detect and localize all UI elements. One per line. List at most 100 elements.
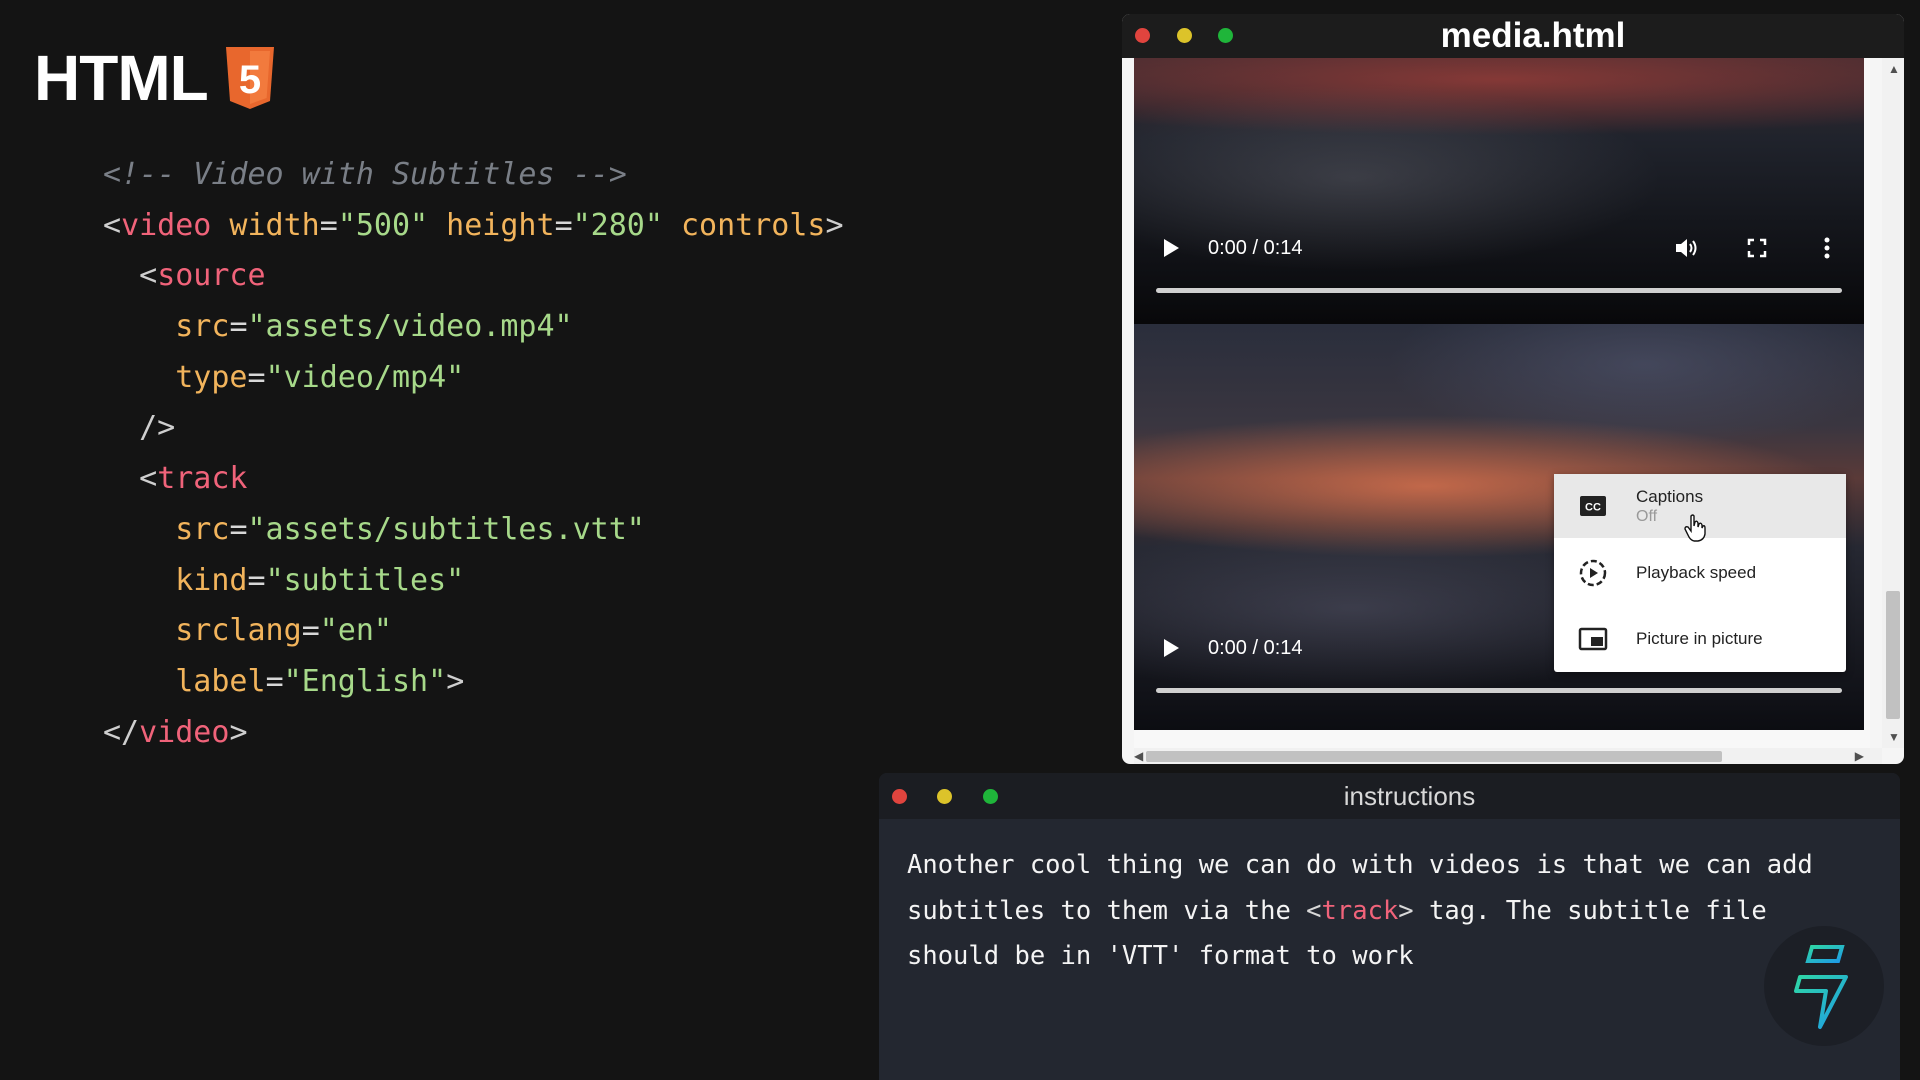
- video-time: 0:00 / 0:14: [1208, 636, 1303, 659]
- html-logo: HTML 5: [34, 38, 276, 118]
- instructions-titlebar: instructions: [879, 773, 1900, 819]
- lightning-bolt-icon: [1794, 945, 1848, 1029]
- code-line: </video>: [103, 708, 844, 759]
- code-token: =: [265, 663, 284, 699]
- tag-close-bracket: >: [1398, 895, 1414, 926]
- video-options-menu: CC Captions Off Playback speed Picture i…: [1554, 474, 1846, 672]
- menu-item-picture-in-picture[interactable]: Picture in picture: [1554, 607, 1846, 671]
- code-token: height: [428, 207, 555, 243]
- code-token: <: [103, 207, 122, 243]
- code-token: track: [157, 461, 248, 497]
- logo-badge-digit: 5: [239, 58, 261, 102]
- logo-title: HTML: [34, 42, 209, 114]
- page-viewport: 0:00 / 0:14 0:00 / 0:14 CC Captions Off …: [1134, 58, 1870, 748]
- code-token: label: [103, 663, 266, 699]
- svg-text:CC: CC: [1585, 502, 1601, 514]
- play-icon: [1164, 239, 1179, 257]
- code-token: />: [103, 410, 176, 446]
- code-line: type="video/mp4": [103, 353, 844, 404]
- code-token: src: [103, 511, 230, 547]
- html5-shield-icon: 5: [225, 47, 274, 109]
- play-icon: [1164, 639, 1179, 657]
- code-token: srclang: [103, 613, 302, 649]
- code-token: "assets/subtitles.vtt": [247, 511, 645, 547]
- code-token: </: [103, 714, 140, 750]
- code-line: <!-- Video with Subtitles -->: [103, 150, 844, 201]
- code-token: =: [319, 207, 338, 243]
- code-token: src: [103, 309, 230, 345]
- browser-titlebar: media.html: [1122, 14, 1904, 58]
- play-button[interactable]: [1156, 633, 1186, 663]
- horizontal-scroll-thumb[interactable]: [1146, 751, 1722, 762]
- code-line: <track: [103, 454, 844, 505]
- code-token: source: [157, 258, 266, 294]
- code-token: kind: [103, 562, 248, 598]
- video-controls: 0:00 / 0:14: [1156, 233, 1842, 263]
- tag-open-bracket: <: [1306, 895, 1322, 926]
- scroll-left-arrow-icon[interactable]: ◀: [1134, 749, 1143, 763]
- hand-cursor-icon: [1684, 514, 1706, 542]
- code-token: >: [825, 207, 844, 243]
- code-token: "English": [283, 663, 447, 699]
- picture-in-picture-icon: [1578, 624, 1608, 654]
- code-token: "280": [572, 207, 663, 243]
- code-line: src="assets/subtitles.vtt": [103, 505, 844, 556]
- code-line: <video width="500" height="280" controls…: [103, 201, 844, 252]
- track-tag-name: track: [1321, 895, 1399, 926]
- picture-in-picture-label: Picture in picture: [1636, 629, 1763, 648]
- volume-icon: [1676, 239, 1697, 257]
- code-token: >: [229, 714, 248, 750]
- video-player[interactable]: 0:00 / 0:14: [1134, 58, 1864, 324]
- cc-icon: CC: [1578, 491, 1608, 521]
- video-progress-bar[interactable]: [1156, 688, 1842, 693]
- vertical-scrollbar[interactable]: ▲ ▼: [1882, 58, 1904, 748]
- play-button[interactable]: [1156, 233, 1186, 263]
- menu-item-captions[interactable]: CC Captions Off: [1554, 474, 1846, 542]
- video-time: 0:00 / 0:14: [1208, 236, 1303, 259]
- code-token: <!-- Video with Subtitles -->: [103, 157, 627, 192]
- instructions-text: Another cool thing we can do with videos…: [907, 843, 1867, 980]
- instructions-title: instructions: [1343, 781, 1476, 811]
- code-token: width: [211, 207, 320, 243]
- scroll-up-arrow-icon[interactable]: ▲: [1888, 62, 1900, 76]
- code-token: type: [103, 359, 248, 395]
- scroll-down-arrow-icon[interactable]: ▼: [1888, 730, 1900, 744]
- vertical-scroll-thumb[interactable]: [1886, 591, 1900, 719]
- code-token: video: [139, 714, 230, 750]
- code-token: "video/mp4": [265, 359, 465, 395]
- code-token: "en": [319, 613, 392, 649]
- more-options-button[interactable]: [1812, 233, 1842, 263]
- code-token: >: [446, 663, 465, 699]
- code-token: video: [121, 207, 212, 243]
- kebab-menu-icon: [1824, 237, 1830, 259]
- code-token: <: [103, 258, 158, 294]
- browser-window: media.html 0:00 / 0:14 0:00 / 0:14 CC Ca…: [1122, 14, 1904, 764]
- code-token: =: [247, 562, 266, 598]
- fullscreen-icon: [1747, 238, 1767, 258]
- captions-label: Captions: [1636, 486, 1704, 506]
- browser-title: media.html: [1440, 16, 1626, 55]
- fullscreen-button[interactable]: [1742, 233, 1772, 263]
- scroll-right-arrow-icon[interactable]: ▶: [1855, 749, 1864, 763]
- instructions-window: instructions Another cool thing we can d…: [879, 773, 1900, 1080]
- code-line: srclang="en": [103, 606, 844, 657]
- volume-button[interactable]: [1672, 233, 1702, 263]
- code-token: controls: [662, 207, 826, 243]
- code-line: kind="subtitles": [103, 556, 844, 607]
- code-token: "500": [337, 207, 429, 243]
- video-progress-bar[interactable]: [1156, 288, 1842, 293]
- playback-speed-icon: [1578, 558, 1608, 588]
- horizontal-scrollbar[interactable]: ◀ ▶: [1134, 748, 1882, 764]
- menu-item-playback-speed[interactable]: Playback speed: [1554, 541, 1846, 605]
- code-token: "subtitles": [265, 562, 465, 598]
- code-line: />: [103, 403, 844, 454]
- code-token: "assets/video.mp4": [247, 309, 573, 345]
- code-token: =: [247, 359, 266, 395]
- video-frame: [1134, 58, 1864, 324]
- code-token: <: [103, 461, 158, 497]
- video-player-with-subtitles[interactable]: 0:00 / 0:14 CC Captions Off Playback spe…: [1134, 324, 1864, 730]
- code-snippet: <!-- Video with Subtitles --> <video widt…: [103, 150, 844, 758]
- playback-speed-label: Playback speed: [1636, 563, 1757, 582]
- code-token: =: [229, 309, 248, 345]
- code-token: =: [554, 207, 573, 243]
